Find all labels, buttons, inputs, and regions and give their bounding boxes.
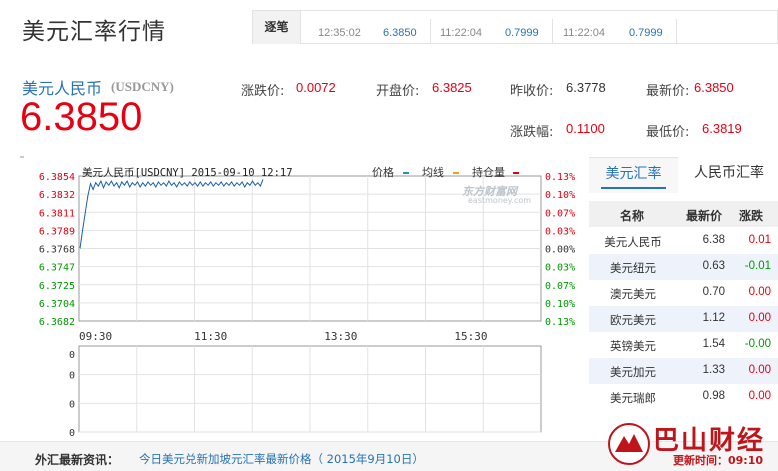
rate-name: 澳元美元 [610, 287, 656, 301]
y-tick-pct: 0.07% [545, 208, 575, 219]
x-tick: 09:30 [79, 330, 112, 343]
change-label: 涨跌价: [241, 84, 285, 99]
legend-open-interest: 持仓量 [472, 166, 505, 179]
news-label: 外汇最新资讯： [35, 453, 120, 467]
rate-change: 0.01 [748, 234, 771, 246]
rate-change: 0.00 [748, 390, 771, 402]
col-name: 名称 [620, 209, 645, 223]
rate-name: 欧元美元 [610, 313, 656, 327]
y-tick-pct: 0.10% [545, 299, 575, 310]
x-tick: 11:30 [194, 330, 227, 343]
open-value: 6.3825 [432, 80, 472, 95]
symbol-code: (USDCNY) [111, 79, 174, 94]
col-price: 最新价 [686, 209, 723, 223]
update-time: 更新时间：09:10 [673, 454, 764, 467]
prev-close-value: 6.3778 [566, 80, 606, 95]
y-tick-pct: 0.00% [545, 245, 575, 256]
watermark-url: eastmoney.com [468, 196, 532, 205]
y-tick-price: 6.3768 [39, 245, 75, 256]
ticker-value: 0.7999 [505, 27, 539, 39]
rate-row[interactable]: 美元瑞郎 0.98 0.00 [589, 384, 778, 410]
rate-price: 1.54 [702, 338, 725, 350]
y-tick-pct: 0.13% [545, 317, 575, 328]
ticker-divider [430, 19, 431, 43]
rate-row[interactable]: 美元加元 1.33 0.00 [589, 358, 778, 384]
rate-name: 英镑美元 [610, 339, 656, 353]
volume-y-tick: 0 [69, 428, 75, 439]
page-title: 美元汇率行情 [22, 19, 166, 45]
y-tick-pct: 0.07% [545, 281, 575, 292]
last-value: 6.3850 [694, 80, 734, 95]
last-label: 最新价: [646, 84, 690, 99]
rates-table-header: 名称 最新价 涨跌 [589, 201, 778, 227]
legend-price: 价格 [372, 166, 394, 179]
x-tick: 13:30 [324, 330, 357, 343]
rate-price: 0.63 [702, 260, 725, 272]
y-tick-pct: 0.10% [545, 190, 575, 201]
brand-badge: 巴山财经 更新时间：09:10 [605, 414, 778, 471]
y-tick-price: 6.3747 [39, 263, 75, 274]
ticker-time: 11:22:04 [563, 27, 606, 39]
chart-title: 美元人民币[USDCNY] 2015-09-10 12:17 [82, 167, 293, 179]
rate-price: 6.38 [702, 234, 725, 246]
x-tick: 15:30 [454, 330, 487, 343]
tab-cny-rates[interactable]: 人民币汇率 [680, 157, 778, 193]
rate-name: 美元人民币 [604, 235, 662, 249]
rate-change: -0.01 [744, 260, 771, 272]
open-label: 开盘价: [376, 84, 420, 99]
change-pct-label: 涨跌幅: [510, 125, 554, 140]
tab-usd-rates[interactable]: 美元汇率 [589, 157, 678, 193]
ticker-time: 11:22:04 [440, 27, 483, 39]
rate-row[interactable]: 欧元美元 1.12 0.00 [589, 306, 778, 332]
rate-price: 0.98 [702, 390, 725, 402]
low-label: 最低价: [646, 125, 690, 140]
prev-close-label: 昨收价: [510, 84, 554, 99]
y-tick-pct: 0.13% [545, 172, 575, 183]
y-tick-price: 6.3725 [39, 281, 75, 292]
ticker-value: 0.7999 [629, 27, 663, 39]
change-pct-value: 0.1100 [566, 121, 605, 136]
rate-change: -0.00 [744, 338, 771, 350]
ticker-divider [552, 19, 553, 43]
rate-name: 美元瑞郎 [610, 391, 656, 405]
y-tick-price: 6.3704 [39, 299, 75, 310]
rate-name: 美元加元 [610, 365, 656, 379]
news-headline-link[interactable]: 今日美元兑新加坡元汇率最新价格（ 2015年9月10日） [139, 451, 424, 467]
current-price: 6.3850 [20, 95, 143, 139]
volume-y-tick: 0 [69, 350, 75, 361]
rate-change: 0.00 [748, 364, 771, 376]
y-tick-price: 6.3789 [39, 226, 75, 237]
mountain-logo-icon [608, 423, 650, 465]
legend-average-swatch [453, 172, 459, 174]
legend-price-swatch [403, 172, 409, 174]
y-tick-price: 6.3832 [39, 190, 75, 201]
y-tick-price: 6.3854 [39, 172, 75, 183]
y-tick-pct: 0.03% [545, 226, 575, 237]
rate-price: 0.70 [702, 286, 725, 298]
change-value: 0.0072 [296, 80, 336, 95]
ticker-time: 12:35:02 [318, 27, 361, 39]
y-tick-price: 6.3682 [39, 317, 75, 328]
trade-ticker: 逐笔 12:35:02 6.3850 11:22:04 0.7999 11:22… [252, 10, 778, 44]
col-change: 涨跌 [739, 209, 764, 223]
rate-name: 美元纽元 [610, 261, 656, 275]
y-tick-pct: 0.03% [545, 263, 575, 274]
rate-price: 1.12 [702, 312, 725, 324]
rate-change: 0.00 [748, 286, 771, 298]
legend-average: 均线 [422, 166, 444, 179]
rate-row[interactable]: 美元纽元 0.63 -0.01 [589, 254, 778, 280]
volume-y-tick: 0 [69, 371, 75, 382]
ticker-divider [676, 19, 677, 43]
rate-row[interactable]: 澳元美元 0.70 0.00 [589, 280, 778, 306]
rate-row[interactable]: 美元人民币 6.38 0.01 [589, 228, 778, 254]
ticker-value: 6.3850 [383, 27, 417, 39]
rate-price: 1.33 [702, 364, 725, 376]
rate-change: 0.00 [748, 312, 771, 324]
volume-y-tick: 0 [69, 399, 75, 410]
tab-tick-by-tick[interactable]: 逐笔 [253, 11, 301, 44]
rate-row[interactable]: 英镑美元 1.54 -0.00 [589, 332, 778, 358]
y-tick-price: 6.3811 [39, 208, 75, 219]
legend-open-interest-swatch [513, 172, 519, 174]
low-value: 6.3819 [702, 121, 742, 136]
